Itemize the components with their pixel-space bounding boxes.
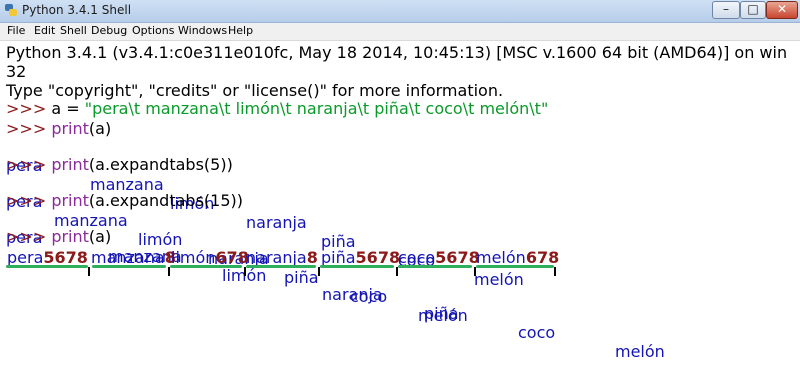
code: (a.expandtabs(5)) — [88, 155, 233, 174]
minimize-button[interactable]: – — [712, 1, 740, 19]
output-word: coco — [518, 323, 556, 342]
maximize-icon: □ — [747, 2, 759, 16]
output-word: naranja — [322, 285, 383, 304]
code: (a) — [88, 119, 112, 138]
prompt: >>> — [6, 119, 52, 138]
tab-stop-underline — [476, 265, 554, 268]
menu-help[interactable]: Help — [228, 24, 253, 37]
code: a = — [51, 99, 85, 118]
builtin-print: print — [51, 191, 89, 210]
prompt: >>> — [6, 155, 52, 174]
menu-edit[interactable]: Edit — [34, 24, 55, 37]
tab-stop-underline — [92, 265, 166, 268]
tab-stop-underline — [320, 265, 394, 268]
tab-stop-tick — [554, 267, 556, 276]
tab-stop-underline — [246, 265, 316, 268]
menu-options[interactable]: Options — [132, 24, 174, 37]
tab-stop-tick — [168, 267, 170, 276]
command-line-4: >>> print(a.expandtabs(15)) — [6, 191, 243, 210]
code: (a.expandtabs(15)) — [88, 191, 243, 210]
builtin-print: print — [51, 119, 89, 138]
tab-stop-underline — [6, 265, 88, 268]
output-line-1: pera manzana limón naranja piña coco mel… — [6, 137, 794, 289]
window-title: Python 3.4.1 Shell — [22, 3, 132, 17]
tab-stop-tick — [244, 267, 246, 276]
menu-file[interactable]: File — [7, 24, 25, 37]
menu-bar: File Edit Shell Debug Options Windows He… — [0, 23, 800, 41]
output-word: piña — [284, 268, 319, 287]
output-word: piña — [424, 304, 459, 323]
command-line-2: >>> print(a) — [6, 119, 111, 138]
prompt: >>> — [6, 99, 52, 118]
tab-stop-tick — [318, 267, 320, 276]
maximize-button[interactable]: □ — [740, 1, 766, 19]
prompt: >>> — [6, 191, 52, 210]
output-word: melón — [474, 270, 524, 289]
string-literal: "pera\t manzana\t limón\t naranja\t piña… — [84, 99, 549, 118]
prompt: >>> — [6, 227, 52, 246]
title-bar: Python 3.4.1 Shell – □ ✕ — [0, 0, 800, 23]
tab-stop-tick — [474, 267, 476, 276]
code: (a) — [88, 227, 112, 246]
banner-line-1: Python 3.4.1 (v3.4.1:c0e311e010fc, May 1… — [6, 43, 788, 62]
command-line-1: >>> a = "pera\t manzana\t limón\t naranj… — [6, 99, 548, 118]
close-icon: ✕ — [776, 2, 788, 16]
builtin-print: print — [51, 227, 89, 246]
banner-line-3: Type "copyright", "credits" or "license(… — [6, 81, 504, 100]
output-line-3: pera manzana limón naranja piña coco mel… — [6, 209, 794, 361]
tab-stop-underline — [398, 265, 472, 268]
output-line-2: pera manzana limón naranja piña coco mel… — [6, 173, 794, 325]
command-line-3: >>> print(a.expandtabs(5)) — [6, 155, 233, 174]
tab-stop-underline — [170, 265, 242, 268]
python-logo-icon — [5, 4, 17, 16]
command-line-5: >>> print(a) — [6, 227, 111, 246]
tab-stop-tick — [396, 267, 398, 276]
minimize-icon: – — [723, 2, 729, 16]
tab-stop-tick — [88, 267, 90, 276]
menu-shell[interactable]: Shell — [60, 24, 87, 37]
banner-line-2: 32 — [6, 62, 27, 81]
shell-text-area[interactable]: Python 3.4.1 (v3.4.1:c0e311e010fc, May 1… — [6, 41, 794, 361]
menu-windows[interactable]: Windows — [178, 24, 227, 37]
builtin-print: print — [51, 155, 89, 174]
close-button[interactable]: ✕ — [766, 1, 798, 19]
menu-debug[interactable]: Debug — [91, 24, 127, 37]
